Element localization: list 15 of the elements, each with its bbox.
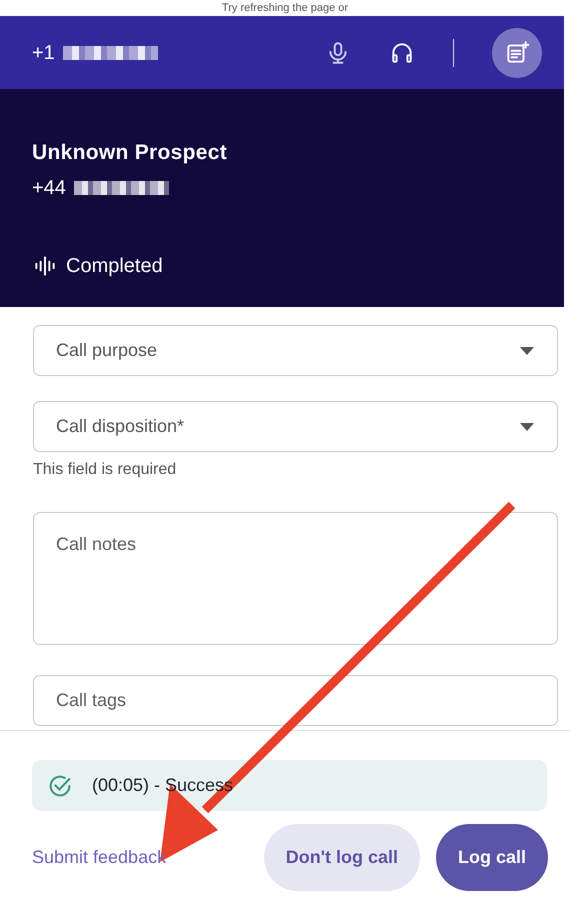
caret-icon [519, 422, 535, 432]
dropdown[interactable]: Call purpose [33, 325, 558, 376]
dont-log-button[interactable]: Don't log call [264, 824, 420, 891]
error-message: This field is required [33, 460, 178, 480]
caret-icon [519, 346, 535, 356]
caller-number: +1 [32, 40, 55, 66]
prospect-name: Unknown Prospect [32, 140, 228, 166]
call-status: Completed [66, 254, 163, 279]
prospect-phone: +44 [32, 176, 66, 200]
background-text: Try refreshing the page or [220, 1, 350, 16]
dropdown[interactable]: Call disposition* [33, 401, 558, 452]
log-call-button[interactable]: Log call [436, 824, 548, 891]
notes-field[interactable]: Call notes [33, 512, 558, 645]
notes-button[interactable] [492, 28, 542, 78]
tags-field[interactable]: Call tags [33, 675, 558, 726]
